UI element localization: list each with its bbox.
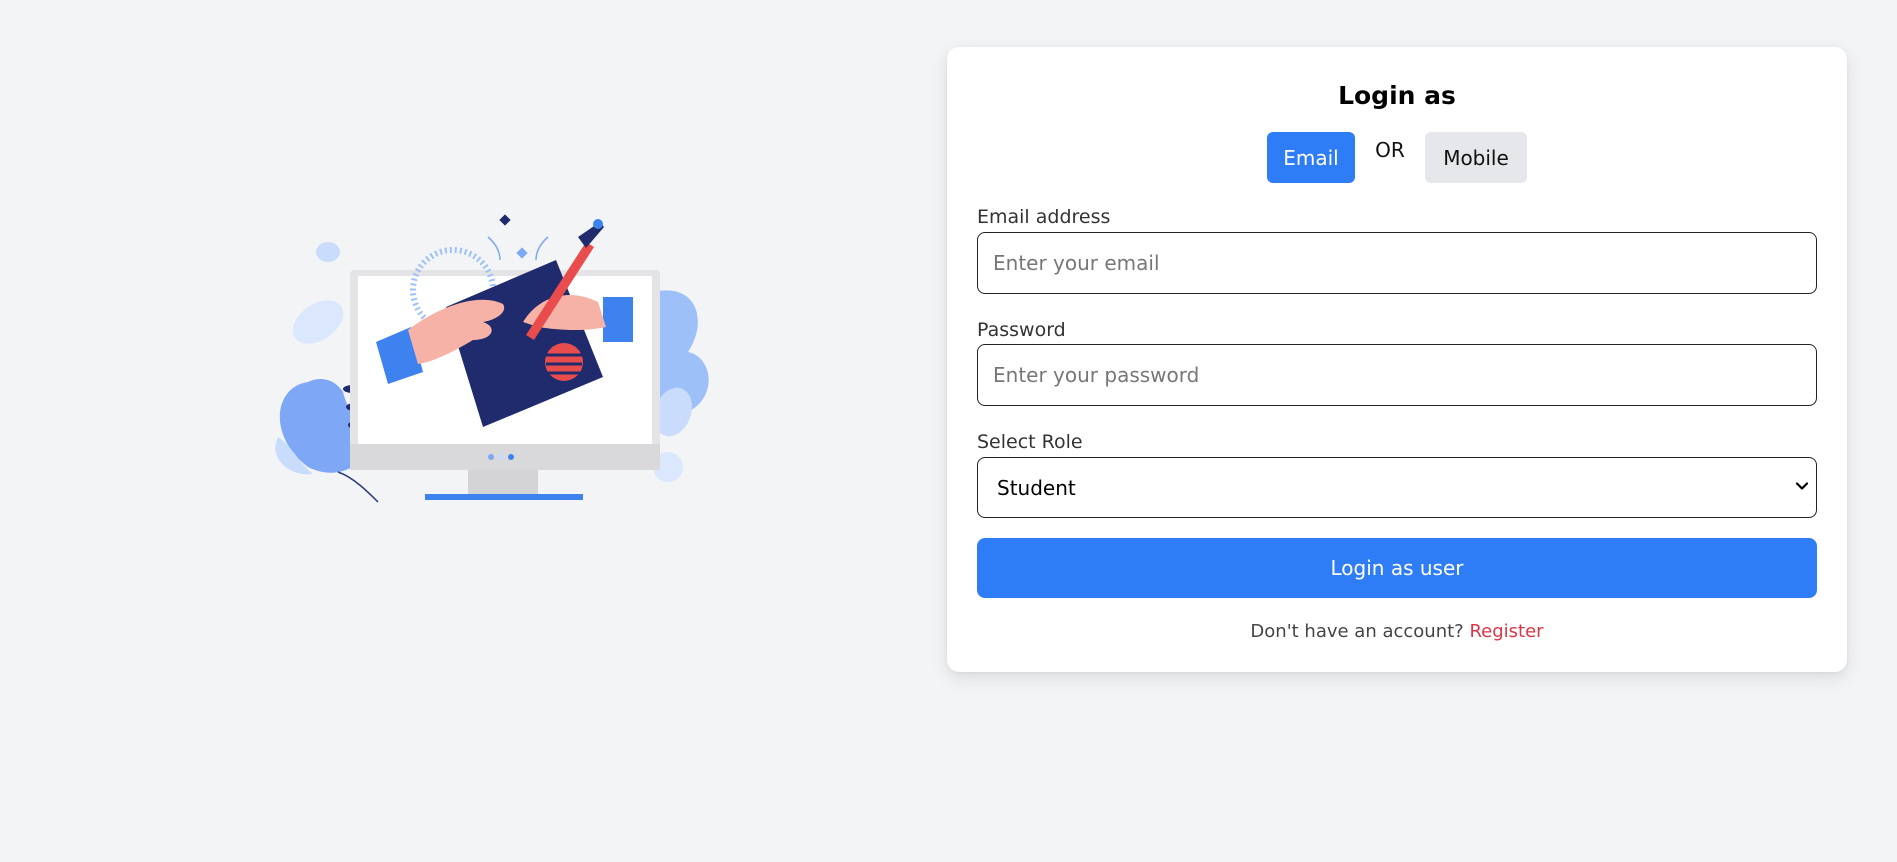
login-submit-button[interactable]: Login as user (977, 538, 1817, 598)
password-label: Password (977, 319, 1066, 341)
register-prompt: Don't have an account? Register (947, 621, 1847, 642)
login-method-toggle: Email OR Mobile (947, 132, 1847, 183)
page-title: Login as (1338, 81, 1456, 110)
email-input[interactable] (977, 232, 1817, 294)
role-select[interactable]: Student (977, 457, 1817, 518)
chevron-down-icon (1794, 478, 1810, 498)
computer-signing-illustration (268, 212, 728, 512)
no-account-text: Don't have an account? (1250, 621, 1464, 642)
role-label: Select Role (977, 431, 1083, 453)
mobile-toggle-button[interactable]: Mobile (1425, 132, 1527, 183)
password-input[interactable] (977, 344, 1817, 406)
register-link[interactable]: Register (1469, 621, 1543, 642)
email-toggle-button[interactable]: Email (1267, 132, 1355, 183)
or-separator: OR (1375, 138, 1405, 162)
login-page: Login as Email OR Mobile Email address P… (0, 0, 1897, 862)
email-label: Email address (977, 206, 1111, 228)
login-card: Login as Email OR Mobile Email address P… (947, 47, 1847, 672)
role-selected-value: Student (997, 475, 1076, 500)
